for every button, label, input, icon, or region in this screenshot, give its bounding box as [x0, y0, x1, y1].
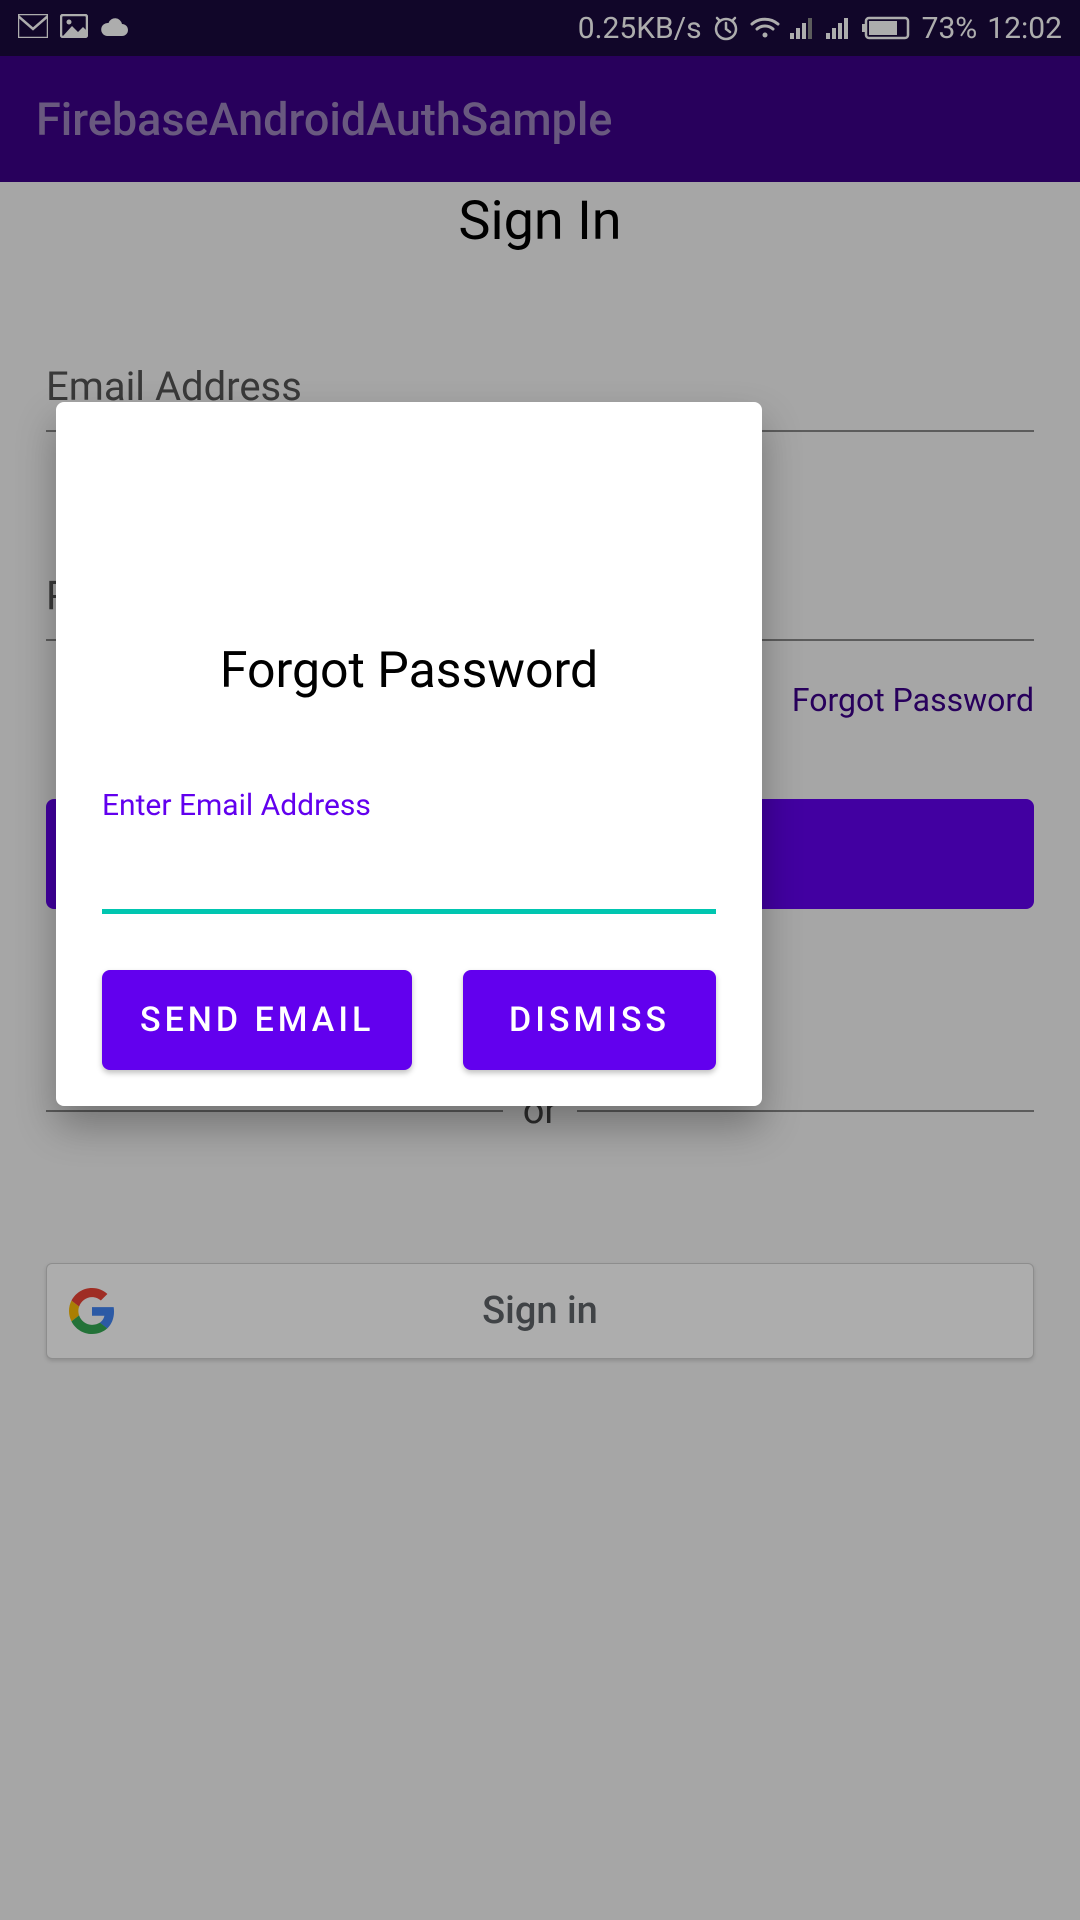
send-email-button[interactable]: SEND EMAIL	[102, 970, 412, 1070]
dialog-email-label: Enter Email Address	[102, 788, 716, 823]
forgot-password-dialog: Forgot Password Enter Email Address SEND…	[56, 402, 762, 1106]
dialog-email-input[interactable]	[102, 823, 716, 914]
dismiss-button[interactable]: DISMISS	[463, 970, 716, 1070]
dialog-title: Forgot Password	[102, 642, 716, 700]
dialog-actions: SEND EMAIL DISMISS	[102, 970, 716, 1070]
